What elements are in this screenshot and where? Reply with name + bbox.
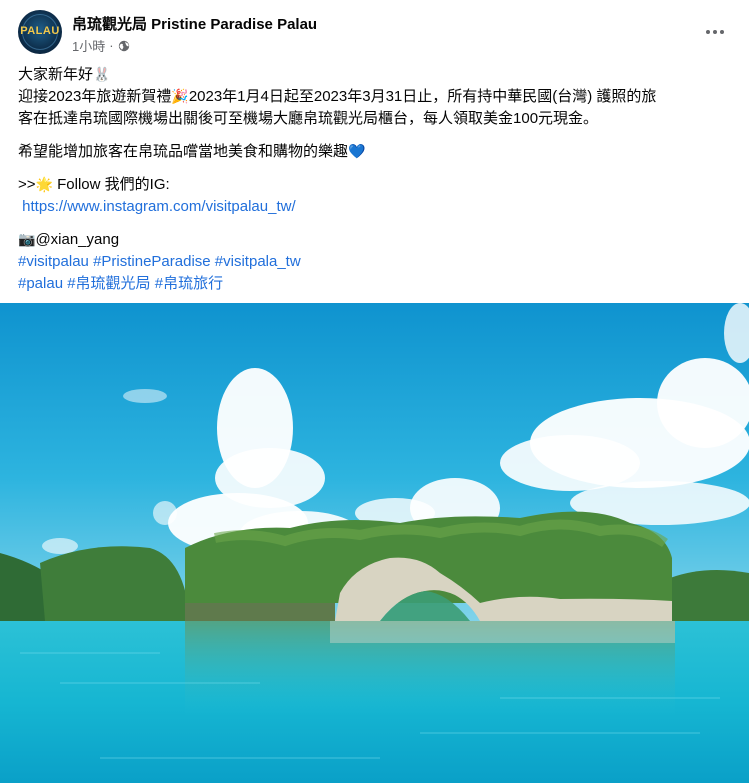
follow-prefix: >> <box>18 176 36 193</box>
more-dot <box>720 30 724 34</box>
star-icon: 🌟 <box>35 177 53 193</box>
right-hill <box>665 569 749 621</box>
page-avatar[interactable]: PALAU <box>18 10 62 54</box>
promo-line-2: 客在抵達帛琉國際機場出關後可至機場大廳帛琉觀光局櫃台，每人領取美金100元現金。 <box>18 110 599 127</box>
post-photo[interactable] <box>0 303 749 783</box>
hashtag-palau[interactable]: #palau <box>18 275 63 292</box>
follow-text: Follow 我們的IG: <box>52 176 170 193</box>
avatar-logo-text: PALAU <box>20 25 60 37</box>
post-meta: 1小時 · <box>72 36 130 55</box>
greeting-line: 大家新年好🐰 <box>18 64 733 86</box>
photo-credit: @xian_yang <box>35 231 120 248</box>
arch-reflection <box>330 621 675 643</box>
follow-line: >>🌟 Follow 我們的IG: <box>18 174 733 196</box>
hashtag-line-1: #visitpalau #PristineParadise #visitpala… <box>18 251 733 273</box>
more-options-button[interactable] <box>697 14 733 50</box>
promo-title: 迎接2023年旅遊新賀禮 <box>18 88 172 105</box>
page-name[interactable]: 帛琉觀光局 Pristine Paradise Palau <box>72 13 317 34</box>
hashtag-visitpalau[interactable]: #visitpalau <box>18 253 89 270</box>
ig-link-line: https://www.instagram.com/visitpalau_tw/ <box>18 196 733 218</box>
wish-text: 希望能增加旅客在帛琉品嚐當地美食和購物的樂趣 <box>18 143 349 160</box>
rock-islands-photo <box>0 303 749 783</box>
party-popper-icon: 🎉 <box>171 89 189 105</box>
promo-line-1: 迎接2023年旅遊新賀禮🎉2023年1月4日起至2023年3月31日止，所有持中… <box>18 86 733 108</box>
instagram-link[interactable]: https://www.instagram.com/visitpalau_tw/ <box>22 198 295 215</box>
hashtag-visitpala-tw[interactable]: #visitpala_tw <box>215 253 301 270</box>
more-dot <box>713 30 717 34</box>
greeting-text: 大家新年好 <box>18 66 94 83</box>
globe-icon <box>118 40 130 52</box>
credit-line: 📷@xian_yang <box>18 229 733 251</box>
promo-dates: 2023年1月4日起至2023年3月31日止，所有持中華民國(台灣) 護照的旅 <box>188 88 657 105</box>
hashtag-line-2: #palau #帛琉觀光局 #帛琉旅行 <box>18 273 733 295</box>
camera-icon: 📷 <box>18 232 36 248</box>
hashtag-palau-travel[interactable]: #帛琉旅行 <box>155 275 223 292</box>
hashtag-palau-tourism[interactable]: #帛琉觀光局 <box>67 275 150 292</box>
meta-separator: · <box>109 38 114 53</box>
rabbit-icon: 🐰 <box>93 67 111 83</box>
post-header: PALAU 帛琉觀光局 Pristine Paradise Palau 1小時 … <box>18 10 733 56</box>
post-time[interactable]: 1小時 <box>72 36 105 55</box>
wish-line: 希望能增加旅客在帛琉品嚐當地美食和購物的樂趣💙 <box>18 141 733 163</box>
island-base <box>185 603 335 621</box>
hashtag-pristineparadise[interactable]: #PristineParadise <box>93 253 211 270</box>
blue-heart-icon: 💙 <box>348 144 366 160</box>
facebook-post: PALAU 帛琉觀光局 Pristine Paradise Palau 1小時 … <box>0 0 749 783</box>
post-body: 大家新年好🐰 迎接2023年旅遊新賀禮🎉2023年1月4日起至2023年3月31… <box>18 64 733 295</box>
more-options-icon <box>706 30 710 34</box>
